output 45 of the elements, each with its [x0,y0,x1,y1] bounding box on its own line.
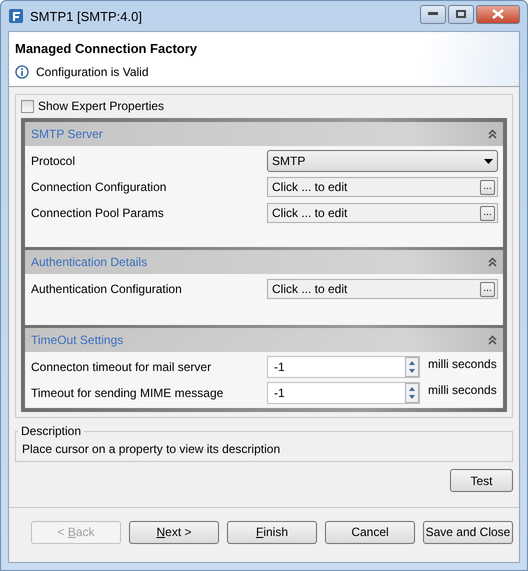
property-label: Connecton timeout for mail server [31,360,212,374]
spinner-arrows-icon[interactable] [405,357,419,377]
unit-label: milli seconds [428,383,497,397]
spinner-arrows-icon[interactable] [405,383,419,403]
wizard-button[interactable]: Save and Close [423,520,513,544]
description-text: Place cursor on a property to view its description [22,442,282,456]
property-label: Timeout for sending MIME message [31,386,224,400]
maximize-button[interactable] [448,4,474,24]
wizard-button[interactable]: Finish [227,520,317,544]
edit-field[interactable]: Click ... to edit ... [267,279,498,299]
minimize-button[interactable] [420,4,446,24]
status-message: Configuration is Valid [36,65,149,79]
checkbox-label: Show Expert Properties [38,99,164,113]
collapse-icon[interactable] [488,335,497,345]
collapse-icon[interactable] [488,257,497,267]
checkbox[interactable] [21,100,34,112]
wizard-button[interactable]: Cancel [325,520,415,544]
maximize-icon [456,10,466,18]
page-title: Managed Connection Factory [15,41,198,56]
wizard-button[interactable]: Next > [129,520,219,544]
close-button[interactable] [476,4,520,24]
property-label: Protocol [31,154,76,168]
edit-field[interactable]: Click ... to edit ... [267,177,498,197]
window-title: SMTP1 [SMTP:4.0] [30,8,142,24]
section-title: TimeOut Settings [31,333,124,347]
close-icon [492,9,504,19]
app-logo-icon [8,8,24,24]
unit-label: milli seconds [428,357,497,371]
section-title: SMTP Server [31,127,103,141]
edit-field[interactable]: Click ... to edit ... [267,203,498,223]
caret-icon [484,158,493,164]
browse-button[interactable]: ... [480,282,495,296]
number-field[interactable]: -1 [267,382,420,404]
property-label: Connection Configuration [31,180,168,194]
collapse-icon[interactable] [488,129,497,139]
minimize-icon [428,12,438,16]
info-icon [15,65,29,79]
browse-button[interactable]: ... [480,206,495,220]
number-field[interactable]: -1 [267,356,420,378]
property-label: Authentication Configuration [31,282,183,296]
protocol-dropdown[interactable]: SMTP [267,150,498,172]
property-label: Connection Pool Params [31,206,165,220]
section-title: Authentication Details [31,255,148,269]
test-button[interactable]: Test [450,469,513,492]
browse-button[interactable]: ... [480,180,495,194]
